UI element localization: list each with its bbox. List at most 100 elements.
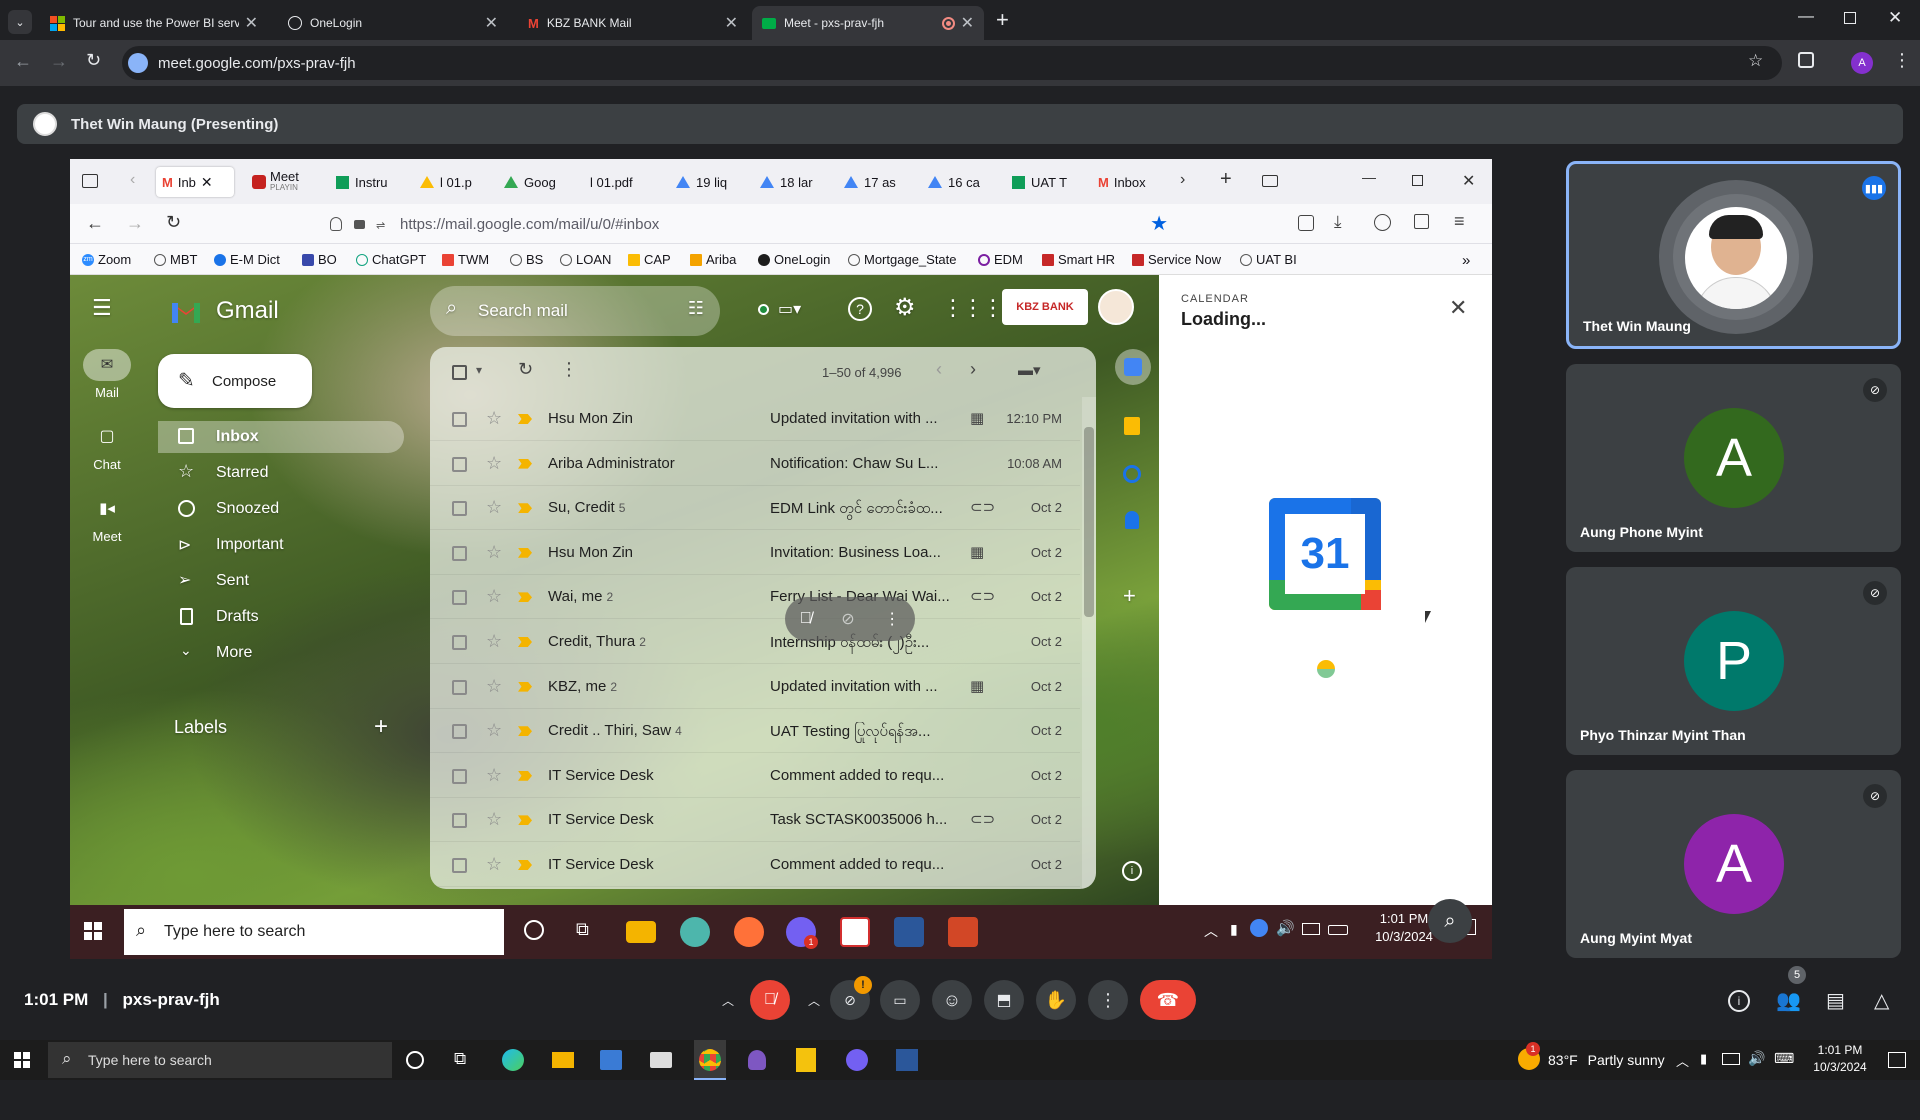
ff-tab-meet[interactable]: Meet PLAYIN xyxy=(252,167,322,197)
nav-snoozed[interactable]: Snoozed xyxy=(158,493,404,525)
link-attachment-icon[interactable]: ⊂⊃ xyxy=(970,498,995,516)
participant-tile[interactable]: ⊘ A Aung Myint Myat xyxy=(1566,770,1901,958)
download-icon[interactable]: ⤓ xyxy=(1334,212,1342,232)
close-panel-icon[interactable]: ✕ xyxy=(1449,295,1467,321)
meeting-details-icon[interactable]: i xyxy=(1728,990,1750,1012)
close-tab-icon[interactable]: ✕ xyxy=(485,13,498,33)
help-icon[interactable]: ? xyxy=(848,297,872,321)
star-icon[interactable]: ☆ xyxy=(486,765,502,786)
bookmark-uat-bi[interactable]: UAT BI xyxy=(1240,252,1297,267)
important-marker-icon[interactable] xyxy=(518,547,532,558)
nav-sent[interactable]: ➢ Sent xyxy=(158,565,404,597)
more-options-button[interactable]: ⋮ xyxy=(1088,980,1128,1020)
chat-icon[interactable]: ▤ xyxy=(1826,988,1845,1013)
rail-meet[interactable]: ▮◂ Meet xyxy=(79,493,135,544)
ff-tab-sheet[interactable]: UAT T xyxy=(1012,167,1074,197)
file-explorer-icon[interactable] xyxy=(626,921,656,943)
word-icon[interactable] xyxy=(894,917,924,947)
calendar-status-icon[interactable]: ▭▾ xyxy=(778,299,801,319)
main-menu-icon[interactable]: ☰ xyxy=(92,295,112,321)
paint-icon[interactable] xyxy=(680,917,710,947)
edge-icon[interactable] xyxy=(502,1049,524,1071)
volume-icon[interactable]: 🔊 xyxy=(1748,1050,1765,1067)
close-tab-icon[interactable]: ✕ xyxy=(245,13,258,33)
select-all-checkbox[interactable] xyxy=(452,365,467,380)
reload-icon[interactable]: ↻ xyxy=(86,50,101,71)
important-marker-icon[interactable] xyxy=(518,726,532,737)
table-row[interactable]: ☆ IT Service Desk Comment added to requ...… xyxy=(430,754,1080,798)
profile-avatar[interactable]: A xyxy=(1851,52,1873,74)
star-icon[interactable]: ☆ xyxy=(486,676,502,697)
important-marker-icon[interactable] xyxy=(518,592,532,603)
important-marker-icon[interactable] xyxy=(518,681,532,692)
important-marker-icon[interactable] xyxy=(518,414,532,424)
viber-icon[interactable] xyxy=(846,1049,868,1071)
new-tab-icon[interactable]: + xyxy=(1220,168,1232,191)
refresh-icon[interactable]: ↻ xyxy=(518,359,533,380)
table-row[interactable]: ☆ IT Service Desk Task SCTASK0035006 h... ⊂… xyxy=(430,798,1080,843)
important-marker-icon[interactable] xyxy=(518,503,532,514)
activities-icon[interactable]: △ xyxy=(1874,988,1889,1013)
pocket-icon[interactable] xyxy=(1298,215,1314,231)
add-label-icon[interactable]: + xyxy=(374,713,388,741)
firefox-url-bar[interactable]: ⇌ https://mail.google.com/mail/u/0/#inbo… xyxy=(316,208,1176,240)
prev-page-icon[interactable]: ‹ xyxy=(936,359,942,380)
density-icon[interactable]: ▬▾ xyxy=(1018,361,1041,379)
camera-off-icon[interactable]: ⊘ xyxy=(841,609,854,629)
account-avatar[interactable] xyxy=(1098,289,1134,325)
weather-widget[interactable]: 83°F Partly sunny xyxy=(1548,1052,1665,1068)
row-checkbox[interactable] xyxy=(452,590,467,606)
audio-options-chevron-icon[interactable]: ︿ xyxy=(722,992,734,1009)
table-row[interactable]: ☆ Hsu Mon Zin Updated invitation with ... ▦… xyxy=(430,397,1080,441)
table-row[interactable]: ☆ Hsu Mon Zin Invitation: Business Loa... ▦… xyxy=(430,531,1080,575)
back-icon[interactable]: ← xyxy=(86,213,104,234)
os-search-input[interactable]: ⌕ Type here to search xyxy=(48,1042,392,1078)
minimize-icon[interactable]: — xyxy=(1362,169,1376,185)
link-attachment-icon[interactable]: ⊂⊃ xyxy=(970,810,995,828)
file-explorer-icon[interactable] xyxy=(552,1052,574,1068)
bookmark-star-icon[interactable]: ☆ xyxy=(1748,51,1763,71)
nav-important[interactable]: ⊳ Important xyxy=(158,529,404,561)
cortana-icon[interactable] xyxy=(406,1051,424,1069)
star-icon[interactable]: ☆ xyxy=(486,809,502,830)
ff-tab-inbox[interactable]: M Inbox xyxy=(1098,167,1160,197)
bookmark-loan[interactable]: LOAN xyxy=(560,252,611,267)
ff-tab-drive[interactable]: l 01.p xyxy=(420,167,478,197)
new-tab-icon[interactable]: + xyxy=(996,7,1009,33)
tab-scroll-left-icon[interactable]: ‹ xyxy=(130,171,135,189)
important-marker-icon[interactable] xyxy=(518,815,532,826)
restore-icon[interactable] xyxy=(1412,175,1423,186)
nav-inbox[interactable]: Inbox xyxy=(158,421,404,453)
nav-more[interactable]: ⌄ More xyxy=(158,637,404,669)
table-row[interactable]: ☆Wai, me2Ferry List - Dear Wai Wai...⊂⊃O… xyxy=(430,575,1080,620)
people-icon[interactable]: 👥 xyxy=(1776,988,1801,1013)
settings-gear-icon[interactable]: ⚙ xyxy=(894,293,916,322)
table-row[interactable]: ☆ Ariba Administrator Notification: Chaw S… xyxy=(430,442,1080,486)
start-windows-icon[interactable] xyxy=(14,1052,30,1068)
star-icon[interactable]: ☆ xyxy=(486,854,502,875)
search-input[interactable]: ⌕ Search mail ☷ xyxy=(430,286,720,336)
important-marker-icon[interactable] xyxy=(518,637,532,647)
scroll-thumb[interactable] xyxy=(1084,427,1094,617)
contacts-icon[interactable] xyxy=(1125,511,1139,529)
bookmark-zoom[interactable]: zm Zoom xyxy=(82,252,131,267)
close-window-icon[interactable]: ✕ xyxy=(1888,8,1902,28)
outer-omnibox[interactable]: meet.google.com/pxs-prav-fjh xyxy=(122,46,1782,80)
acrobat-icon[interactable] xyxy=(840,917,870,947)
firefox-icon[interactable] xyxy=(734,917,764,947)
menu-icon[interactable]: ≡ xyxy=(1454,211,1465,232)
scrollbar[interactable] xyxy=(1082,397,1096,889)
store-icon[interactable] xyxy=(600,1050,622,1070)
site-info-icon[interactable] xyxy=(128,53,148,73)
row-checkbox[interactable] xyxy=(452,545,467,561)
ff-tab-drive[interactable]: Goog xyxy=(504,167,566,197)
mail-app-icon[interactable] xyxy=(650,1052,672,1068)
next-page-icon[interactable]: › xyxy=(970,359,976,380)
star-icon[interactable]: ☆ xyxy=(486,453,502,474)
more-vert-icon[interactable]: ⋮ xyxy=(560,359,578,380)
apps-grid-icon[interactable]: ⋮⋮⋮ xyxy=(942,295,1004,321)
row-checkbox[interactable] xyxy=(452,724,467,740)
present-button[interactable]: ⬒ xyxy=(984,980,1024,1020)
calendar-attachment-icon[interactable]: ▦ xyxy=(970,677,984,695)
bookmark-twm[interactable]: TWM xyxy=(442,252,489,267)
